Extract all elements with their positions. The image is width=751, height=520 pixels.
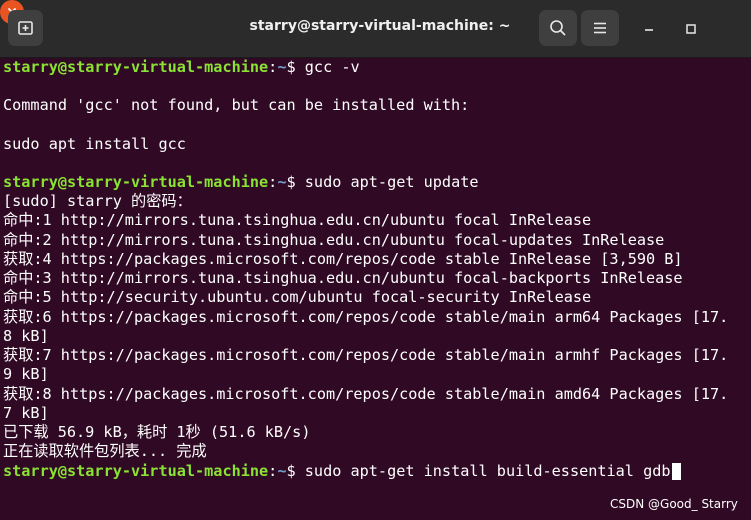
maximize-button[interactable] — [679, 17, 703, 41]
text-cursor — [671, 463, 681, 480]
output-line: 获取:8 https://packages.microsoft.com/repo… — [3, 385, 729, 403]
sudo-password-prompt: [sudo] starry 的密码： — [3, 192, 192, 210]
terminal-output[interactable]: starry@starry-virtual-machine:~$ gcc -v … — [0, 58, 751, 520]
output-line: 命中:1 http://mirrors.tuna.tsinghua.edu.cn… — [3, 211, 592, 229]
output-line: Command 'gcc' not found, but can be inst… — [3, 96, 470, 114]
new-tab-icon — [18, 21, 33, 35]
output-line: 9 kB] — [3, 365, 49, 383]
minimize-icon — [645, 29, 653, 31]
prompt-separator: : — [268, 58, 278, 76]
prompt-symbol: $ — [286, 173, 305, 191]
prompt-separator: : — [268, 173, 278, 191]
prompt-separator: : — [268, 462, 278, 480]
prompt-symbol: $ — [286, 58, 305, 76]
output-line: 获取:4 https://packages.microsoft.com/repo… — [3, 250, 683, 268]
prompt-user-host: starry@starry-virtual-machine — [3, 462, 269, 480]
prompt-line: starry@starry-virtual-machine:~$ gcc -v — [3, 58, 360, 77]
new-tab-button[interactable] — [8, 10, 43, 46]
prompt-symbol: $ — [286, 462, 305, 480]
prompt-user-host: starry@starry-virtual-machine — [3, 58, 269, 76]
title-bar: starry@starry-virtual-machine: ~ — [0, 0, 751, 58]
output-line: 正在读取软件包列表... 完成 — [3, 442, 207, 460]
menu-button[interactable] — [581, 10, 619, 46]
window-title: starry@starry-virtual-machine: ~ — [249, 18, 511, 34]
output-line: 获取:7 https://packages.microsoft.com/repo… — [3, 346, 729, 364]
output-line: 获取:6 https://packages.microsoft.com/repo… — [3, 308, 729, 326]
hamburger-menu-icon — [594, 22, 606, 34]
command-input[interactable]: sudo apt-get install build-essential gdb — [305, 462, 671, 480]
command-text: sudo apt-get update — [304, 173, 479, 191]
command-text: gcc -v — [304, 58, 360, 76]
prompt-line: starry@starry-virtual-machine:~$ sudo ap… — [3, 462, 681, 481]
prompt-user-host: starry@starry-virtual-machine — [3, 173, 269, 191]
output-line: 命中:2 http://mirrors.tuna.tsinghua.edu.cn… — [3, 231, 665, 249]
watermark: CSDN @Good_ Starry — [610, 497, 738, 511]
output-line: sudo apt install gcc — [3, 135, 186, 153]
output-line: 已下载 56.9 kB，耗时 1秒 (51.6 kB/s) — [3, 423, 311, 441]
maximize-icon — [686, 24, 696, 34]
output-line: 7 kB] — [3, 404, 49, 422]
minimize-button[interactable] — [637, 17, 661, 41]
search-icon — [550, 20, 566, 36]
output-line: 8 kB] — [3, 327, 49, 345]
output-line: 命中:3 http://mirrors.tuna.tsinghua.edu.cn… — [3, 269, 683, 287]
output-line: 命中:5 http://security.ubuntu.com/ubuntu f… — [3, 288, 592, 306]
prompt-line: starry@starry-virtual-machine:~$ sudo ap… — [3, 173, 479, 192]
search-button[interactable] — [539, 10, 577, 46]
